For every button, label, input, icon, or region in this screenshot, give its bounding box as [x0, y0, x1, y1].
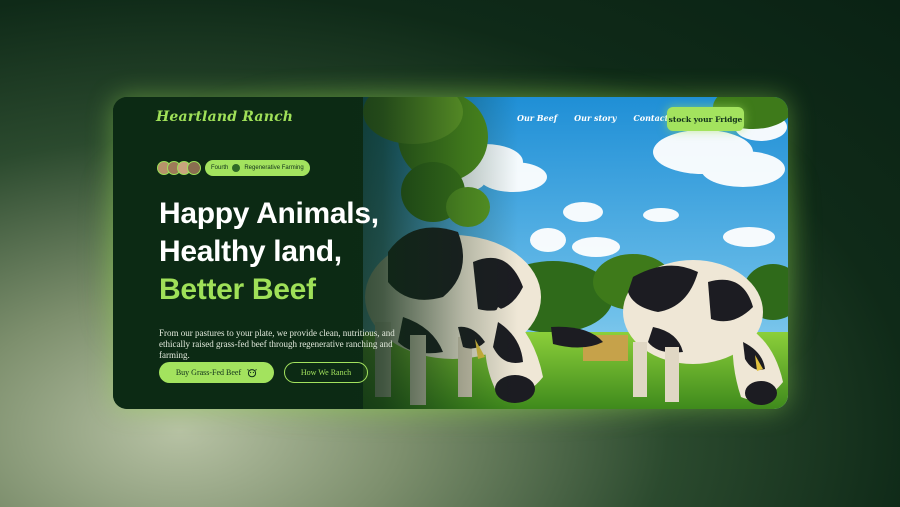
hero-description: From our pastures to your plate, we prov…: [159, 328, 395, 360]
badge-right-text: Regenerative Farming: [244, 165, 304, 171]
cow-face-icon: [247, 368, 257, 377]
farming-badge: Fourth Regenerative Farming: [157, 160, 310, 176]
avatar: [187, 161, 201, 175]
avatar-group: [157, 161, 201, 175]
buy-button-label: Buy Grass-Fed Beef: [175, 368, 242, 377]
leaf-icon: [232, 164, 241, 172]
stock-fridge-button[interactable]: stock your Fridge: [667, 107, 744, 131]
brand-logo[interactable]: Heartland Ranch: [156, 109, 293, 125]
badge-pill: Fourth Regenerative Farming: [205, 160, 310, 176]
how-we-ranch-button[interactable]: How We Ranch: [284, 362, 368, 383]
hero-card: Heartland Ranch Our Beef Our story Conta…: [113, 97, 788, 409]
nav-item-our-beef[interactable]: Our Beef: [517, 113, 557, 123]
nav-item-our-story[interactable]: Our story: [574, 113, 616, 123]
main-nav: Our Beef Our story Contact: [517, 113, 668, 123]
hero-headline: Happy Animals, Healthy land, Better Beef: [159, 195, 379, 309]
badge-left-text: Fourth: [211, 165, 229, 171]
nav-item-contact[interactable]: Contact: [633, 113, 668, 123]
headline-line-2: Healthy land,: [159, 235, 342, 268]
headline-line-1: Happy Animals,: [159, 197, 379, 230]
buy-grass-fed-beef-button[interactable]: Buy Grass-Fed Beef: [159, 362, 274, 383]
headline-line-3: Better Beef: [159, 273, 316, 306]
